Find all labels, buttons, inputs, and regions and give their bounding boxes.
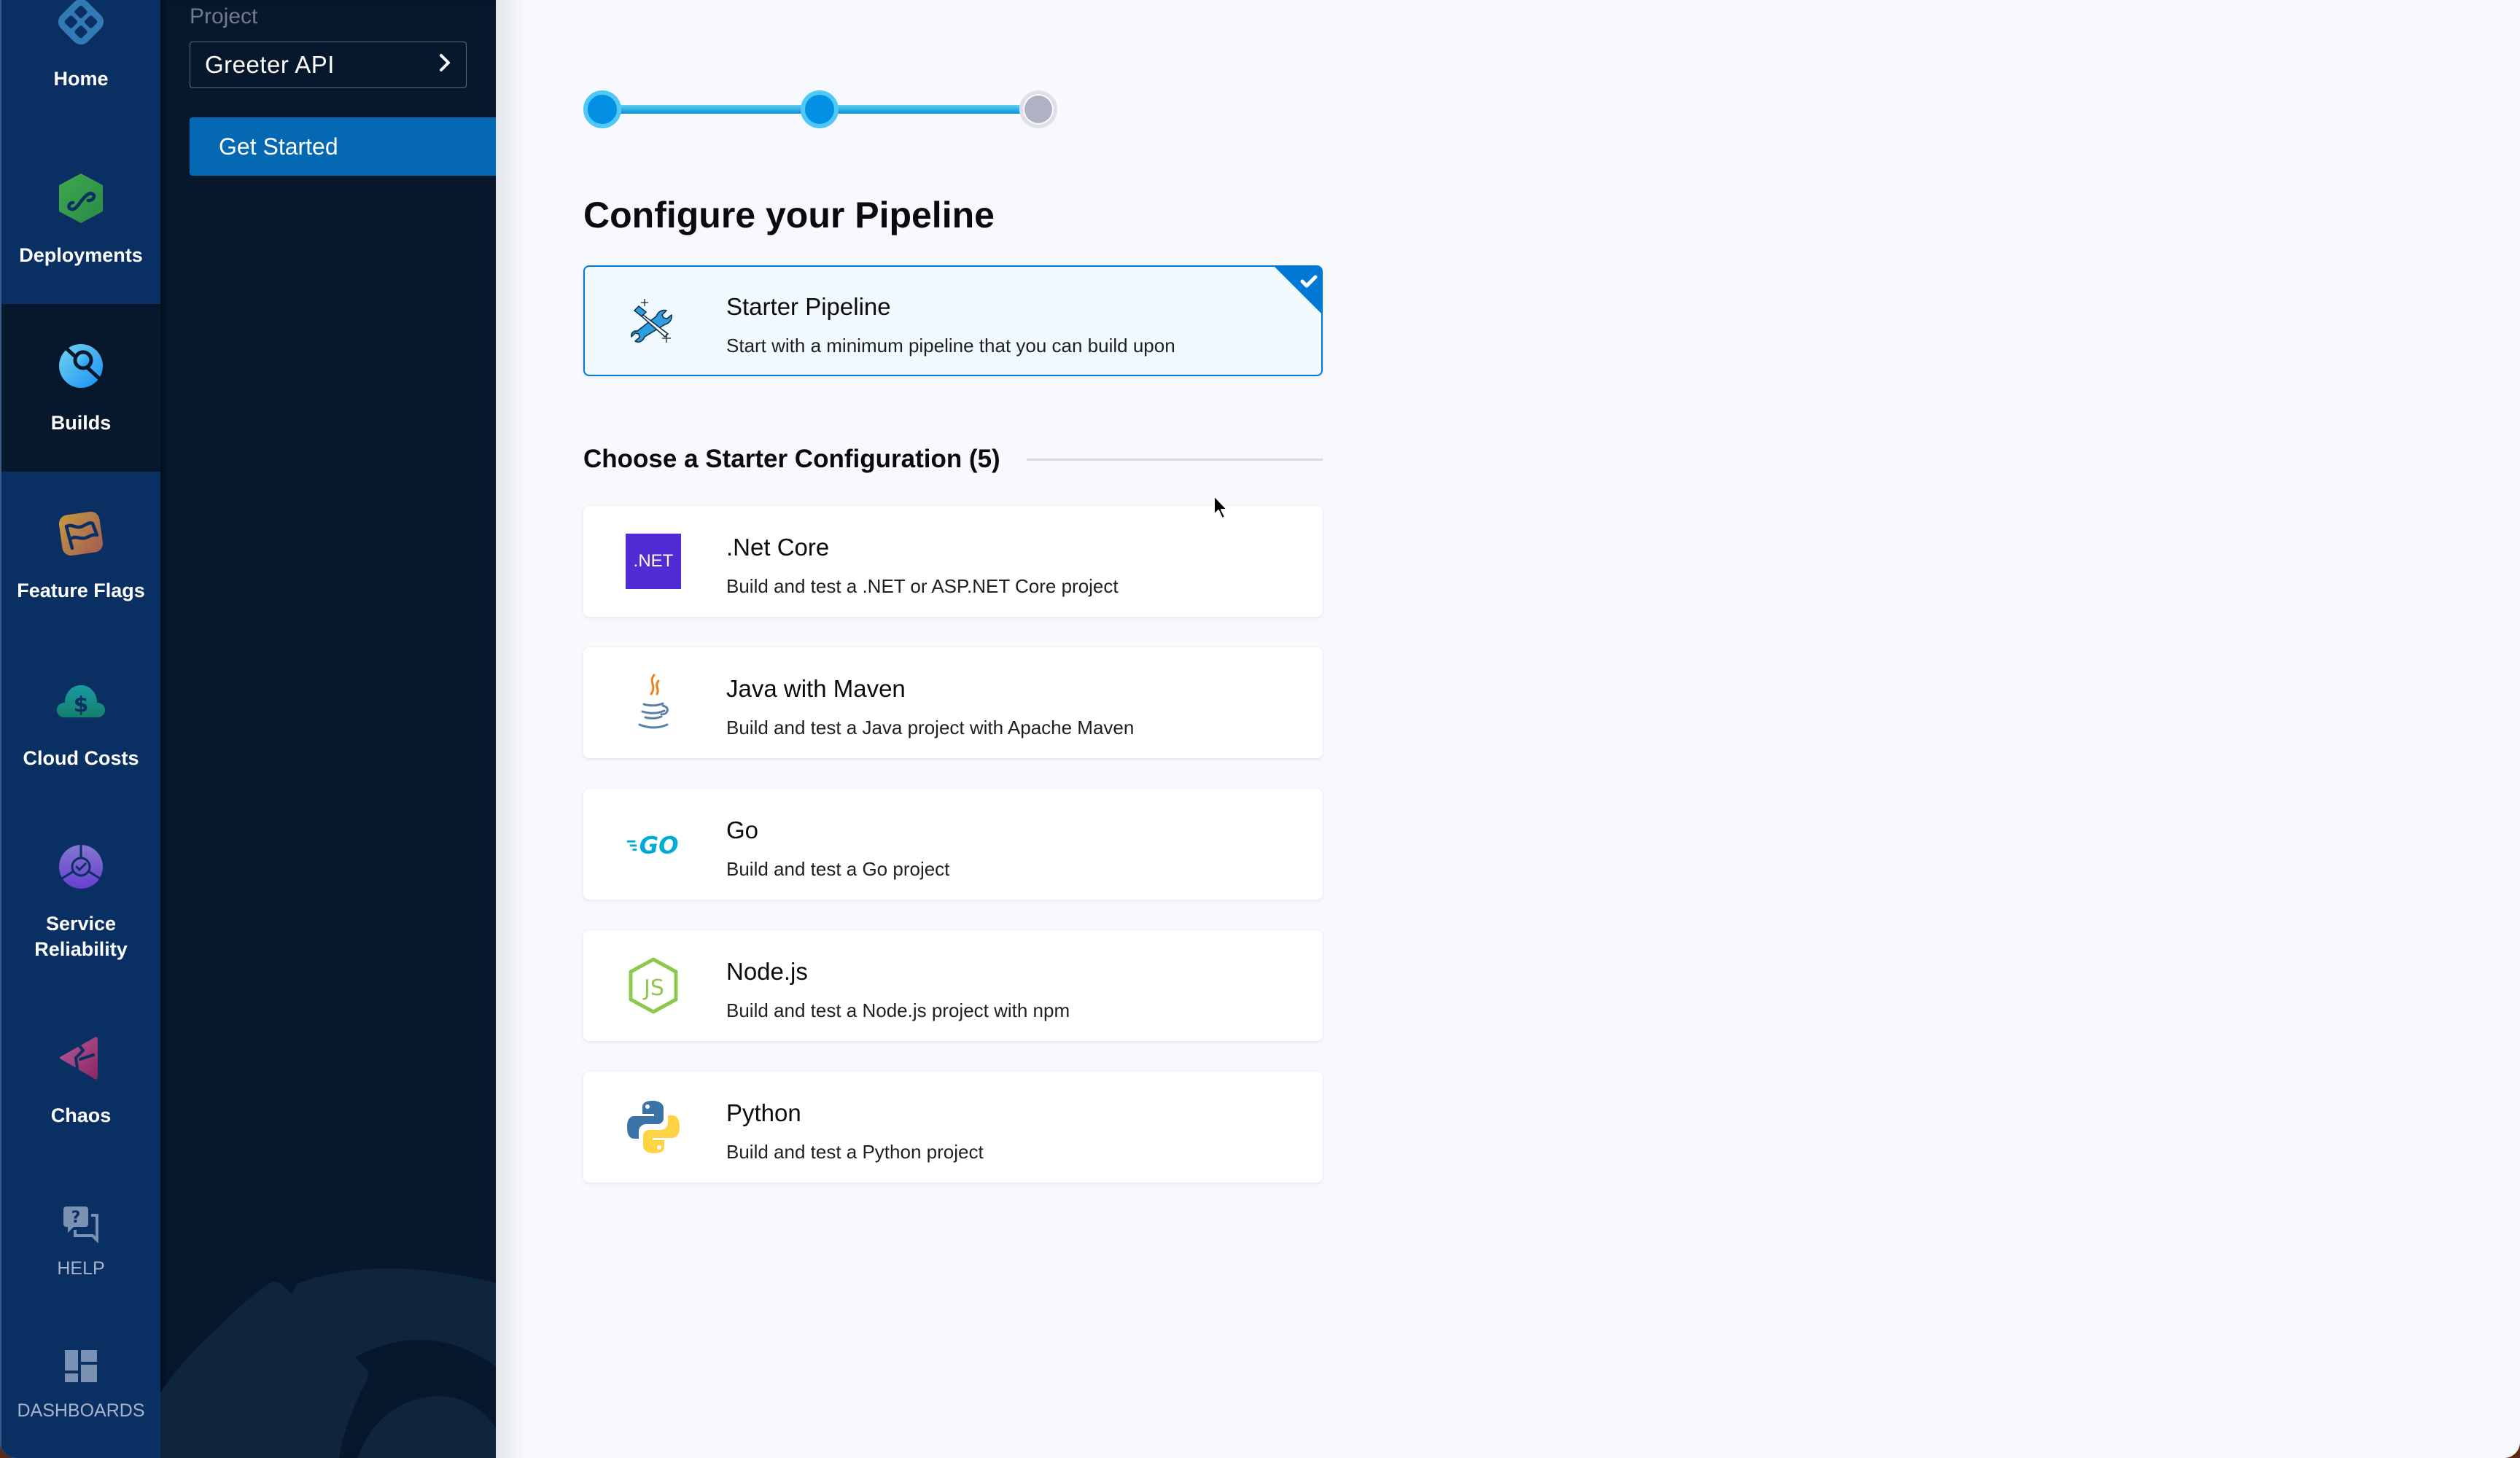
card-title: Node.js	[726, 958, 808, 985]
dotnet-icon: .NET	[626, 534, 681, 589]
starter-config-header: Choose a Starter Configuration (5)	[583, 445, 1323, 474]
card-title: Java with Maven	[726, 675, 906, 702]
project-name: Greeter API	[205, 51, 335, 78]
cloud-costs-icon: $	[55, 676, 106, 727]
builds-icon	[55, 340, 106, 391]
svg-text:?: ?	[71, 1209, 81, 1227]
project-sidebar: Project Greeter API Get Started	[160, 0, 496, 1458]
nav-label: Builds	[50, 411, 112, 434]
section-divider	[1026, 458, 1323, 461]
dashboards-icon	[62, 1347, 100, 1385]
tools-icon	[626, 293, 681, 348]
nav-label: DASHBOARDS	[17, 1400, 145, 1421]
harness-watermark-icon	[160, 1268, 496, 1458]
nav-label: Service Reliability	[34, 913, 128, 960]
help-icon: ?	[62, 1205, 100, 1243]
card-description: Build and test a Python project	[726, 1141, 984, 1163]
card-description: Build and test a Go project	[726, 858, 950, 880]
python-icon	[626, 1099, 681, 1155]
config-card-java-maven[interactable]: Java with Maven Build and test a Java pr…	[583, 647, 1323, 758]
nav-item-service-reliability[interactable]: Service Reliability	[1, 807, 160, 997]
nodejs-icon: JS	[626, 957, 681, 1014]
nav-item-help[interactable]: ? HELP	[1, 1174, 160, 1312]
nav-label: Chaos	[50, 1104, 112, 1126]
starter-pipeline-card[interactable]: Starter Pipeline Start with a minimum pi…	[583, 265, 1323, 376]
card-description: Build and test a .NET or ASP.NET Core pr…	[726, 575, 1119, 597]
nav-rail: Home Deployments Builds Feature Flags $ …	[0, 0, 160, 1458]
nav-item-dashboards[interactable]: DASHBOARDS	[1, 1316, 160, 1454]
project-label: Project	[190, 4, 258, 28]
config-card-nodejs[interactable]: JS Node.js Build and test a Node.js proj…	[583, 930, 1323, 1041]
card-title: Go	[726, 816, 759, 843]
section-title: Choose a Starter Configuration (5)	[583, 445, 1000, 473]
service-reliability-icon	[55, 841, 106, 892]
nav-label: Cloud Costs	[23, 746, 139, 769]
card-title: .Net Core	[726, 534, 830, 561]
selected-check-icon	[1275, 267, 1321, 313]
config-card-dotnet[interactable]: .NET .Net Core Build and test a .NET or …	[583, 506, 1323, 617]
chevron-right-icon	[437, 51, 453, 79]
card-description: Build and test a Node.js project with np…	[726, 999, 1070, 1021]
svg-text:GO: GO	[639, 831, 679, 859]
wizard-stepper	[583, 90, 1057, 128]
card-description: Build and test a Java project with Apach…	[726, 717, 1135, 738]
svg-text:JS: JS	[642, 975, 664, 1001]
home-icon	[55, 0, 106, 47]
nav-item-builds[interactable]: Builds	[1, 304, 160, 472]
project-selector[interactable]: Greeter API	[190, 42, 467, 88]
step-3-dot[interactable]	[1019, 90, 1057, 128]
nav-label: Feature Flags	[17, 579, 145, 601]
chaos-icon	[55, 1033, 106, 1084]
deployments-icon	[55, 173, 106, 224]
nav-item-deployments[interactable]: Deployments	[1, 136, 160, 304]
nav-item-chaos[interactable]: Chaos	[1, 997, 160, 1164]
go-icon: GO	[626, 816, 681, 872]
nav-label: Deployments	[19, 243, 143, 266]
sidebar-item-label: Get Started	[219, 133, 338, 160]
card-title: Python	[726, 1099, 801, 1126]
app-window: Home Deployments Builds Feature Flags $ …	[0, 0, 2520, 1458]
svg-text:$: $	[74, 692, 89, 717]
nav-item-home[interactable]: Home	[1, 0, 160, 128]
config-card-python[interactable]: Python Build and test a Python project	[583, 1072, 1323, 1182]
mouse-cursor-icon	[1213, 495, 1228, 519]
nav-label: Home	[53, 67, 109, 90]
nav-label: HELP	[57, 1258, 105, 1279]
nav-item-cloud-costs[interactable]: $ Cloud Costs	[1, 639, 160, 807]
card-title: Starter Pipeline	[726, 293, 891, 320]
nav-item-feature-flags[interactable]: Feature Flags	[1, 472, 160, 639]
step-1-dot[interactable]	[583, 90, 621, 128]
step-2-dot[interactable]	[801, 90, 839, 128]
feature-flags-icon	[55, 508, 106, 559]
sidebar-item-get-started[interactable]: Get Started	[190, 117, 496, 176]
page-title: Configure your Pipeline	[583, 195, 995, 235]
java-icon	[626, 674, 681, 730]
card-description: Start with a minimum pipeline that you c…	[726, 335, 1175, 356]
sidebar-divider	[496, 0, 525, 1458]
config-card-go[interactable]: GO Go Build and test a Go project	[583, 789, 1323, 900]
